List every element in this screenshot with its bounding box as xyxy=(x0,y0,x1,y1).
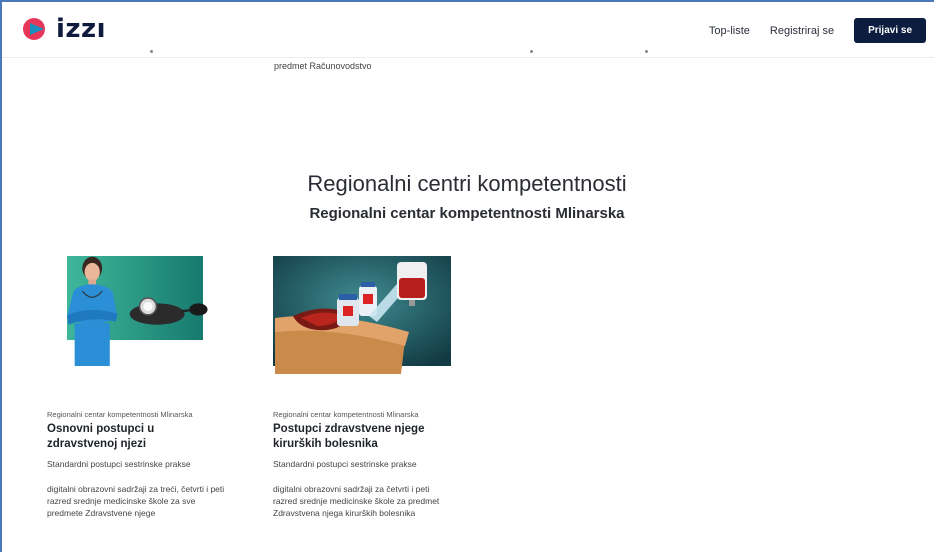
card-subtitle: Standardni postupci sestrinske prakse xyxy=(47,459,191,469)
card-category: Regionalni centar kompetentnosti Mlinars… xyxy=(47,410,193,419)
top-navbar: izzı Top-liste Registriraj se Prijavi se xyxy=(2,2,934,58)
cut-off-text-fragment xyxy=(530,50,533,53)
section-title: Regionalni centri kompetentnosti xyxy=(307,171,627,196)
card-title[interactable]: Osnovni postupci u zdravstvenoj njezi xyxy=(47,422,227,452)
previous-card-description-tail: predmet Računovodstvo xyxy=(274,61,372,71)
header-nav: Top-liste Registriraj se Prijavi se xyxy=(709,18,926,43)
card-subtitle: Standardni postupci sestrinske prakse xyxy=(273,459,417,469)
nurse-with-blood-pressure-cuff-image[interactable] xyxy=(46,256,224,366)
card-description: digitalni obrazovni sadržaji za četvrti … xyxy=(273,484,440,518)
section-subtitle: Regionalni centar kompetentnosti Mlinars… xyxy=(309,205,625,222)
nav-top-lists[interactable]: Top-liste xyxy=(709,25,750,37)
cut-off-text-fragment xyxy=(645,50,648,53)
login-button[interactable]: Prijavi se xyxy=(854,18,926,43)
card-category: Regionalni centar kompetentnosti Mlinars… xyxy=(273,410,419,419)
cut-off-text-fragment xyxy=(150,50,153,53)
logo-mark-icon xyxy=(23,18,45,40)
logo-text: izzı xyxy=(56,14,107,44)
card-description: digitalni obrazovni sadržaji za treći, č… xyxy=(47,484,225,518)
surgical-wound-illustration-image[interactable] xyxy=(273,256,451,374)
card-title[interactable]: Postupci zdravstvene njege kirurških bol… xyxy=(273,422,453,452)
nav-register[interactable]: Registriraj se xyxy=(770,25,834,37)
izzi-logo[interactable]: izzı xyxy=(22,16,106,42)
